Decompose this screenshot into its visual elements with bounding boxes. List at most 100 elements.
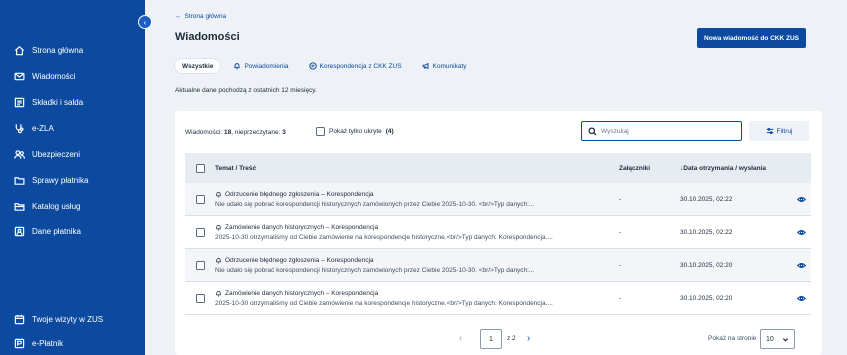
checkbox[interactable] [316, 127, 325, 136]
folder-open-icon [14, 202, 25, 211]
page-size-select[interactable]: 10 [760, 329, 795, 349]
id-card-icon [14, 226, 25, 236]
sidebar-item-ezla[interactable]: e-ZLA [14, 121, 54, 135]
sidebar-item-services[interactable]: Katalog usług [14, 199, 80, 213]
sliders-icon [766, 127, 773, 135]
date-cell: 30.10.2025, 02:20 [680, 261, 733, 269]
chevron-right-icon[interactable]: › [527, 333, 530, 344]
folder-icon [14, 176, 25, 185]
home-icon [14, 45, 25, 55]
megaphone-icon [422, 62, 429, 70]
tab-correspondence[interactable]: Korespondencja z CKK ZUS [302, 59, 409, 73]
header-date[interactable]: ↓Data otrzymania / wysłania [680, 165, 791, 172]
date-cell: 30.10.2025, 02:22 [680, 195, 733, 203]
page-size-value: 10 [766, 335, 774, 343]
bell-icon [216, 224, 221, 230]
tab-announcements[interactable]: Komunikaty [415, 59, 474, 73]
view-button[interactable] [791, 294, 811, 303]
attachments-cell: - [619, 294, 622, 302]
header-attachments: Załączniki [619, 164, 651, 172]
message-title: Zamówienie danych historycznych – Koresp… [225, 289, 379, 297]
sidebar-item-visits[interactable]: Twoje wizyty w ZUS [14, 312, 103, 326]
eye-icon [796, 295, 806, 301]
new-message-button[interactable]: Nowa wiadomość do CKK ZUS [697, 28, 806, 48]
message-title: Odrzucenie błędnego zgłoszenia – Korespo… [225, 190, 374, 198]
chevron-left-icon: ‹ [143, 17, 147, 27]
sidebar-item-epayer[interactable]: e-Płatnik [14, 336, 63, 350]
row-checkbox[interactable] [195, 293, 205, 303]
view-button[interactable] [791, 261, 811, 270]
bell-icon [234, 63, 240, 70]
back-link[interactable]: ← Strona główna [175, 13, 226, 20]
view-button[interactable] [791, 228, 811, 237]
arrow-left-icon: ← [175, 13, 182, 20]
tab-label: Korespondencja z CKK ZUS [319, 62, 402, 70]
message-preview: Nie udało się pobrać korespondencji hist… [215, 266, 535, 274]
tab-label: Komunikaty [432, 62, 467, 70]
bell-icon [216, 257, 221, 263]
filter-button[interactable]: Filtruj [749, 121, 809, 141]
sidebar-item-label: e-Płatnik [32, 338, 64, 348]
table-row[interactable]: Zamówienie danych historycznych – Koresp… [185, 282, 811, 315]
sidebar-item-payer-cases[interactable]: Sprawy płatnika [14, 173, 88, 187]
sidebar-collapse-button[interactable]: ‹ [138, 15, 152, 29]
message-preview: 2025-10-30 otrzymaliśmy od Ciebie zamówi… [215, 233, 553, 241]
correspondence-icon [308, 62, 317, 70]
view-button[interactable] [791, 195, 811, 204]
sidebar-item-messages[interactable]: Wiadomości [14, 69, 76, 83]
sidebar-item-insured[interactable]: Ubezpieczeni [14, 147, 80, 161]
table-row[interactable]: Odrzucenie błędnego zgłoszenia – Korespo… [185, 249, 811, 282]
sidebar-item-payer-data[interactable]: Dane płatnika [14, 224, 81, 238]
hidden-count: (4) [385, 128, 394, 135]
chevron-left-icon[interactable]: ‹ [459, 333, 462, 344]
search-input[interactable] [601, 127, 731, 135]
filter-label: Filtruj [776, 127, 793, 135]
pagination: ‹ 1 z 2 › Pokaż na stronie 10 [175, 329, 822, 351]
tab-label: Wszystkie [182, 62, 214, 70]
search-box[interactable] [581, 121, 742, 141]
sidebar-item-label: Składki i salda [32, 97, 84, 107]
messages-card: Wiadomości: 18, nieprzeczytane: 3 Pokaż … [175, 111, 822, 355]
message-title: Zamówienie danych historycznych – Koresp… [225, 223, 379, 231]
tab-all[interactable]: Wszystkie [175, 59, 221, 73]
table-row[interactable]: Zamówienie danych historycznych – Koresp… [185, 216, 811, 249]
sidebar-item-label: e-ZLA [32, 123, 54, 133]
info-text: Aktualne dane pochodzą z ostatnich 12 mi… [175, 87, 317, 94]
page-number-input[interactable]: 1 [480, 329, 502, 349]
bell-icon [216, 191, 221, 197]
tab-notifications[interactable]: Powiadomienia [226, 59, 295, 73]
show-hidden-checkbox[interactable]: Pokaż tylko ukryte (4) [316, 127, 394, 136]
receipt-icon [14, 97, 25, 107]
back-link-label: Strona główna [184, 13, 227, 20]
summary-mid: , nieprzeczytane: [231, 129, 283, 136]
row-checkbox[interactable] [195, 227, 205, 237]
row-checkbox[interactable] [195, 194, 205, 204]
sidebar-item-label: Sprawy płatnika [32, 175, 89, 185]
row-checkbox[interactable] [195, 260, 205, 270]
messages-table: Temat / Treść Załączniki ↓Data otrzymani… [185, 153, 811, 315]
sidebar-item-home[interactable]: Strona główna [14, 43, 83, 57]
tabs: Wszystkie Powiadomienia Korespondencja z… [175, 59, 474, 73]
date-cell: 30.10.2025, 02:22 [680, 228, 733, 236]
people-icon [14, 149, 25, 159]
sidebar: Strona główna Wiadomości Składki i salda… [0, 0, 145, 355]
attachments-cell: - [619, 195, 622, 203]
select-all-checkbox[interactable] [195, 163, 205, 173]
sidebar-item-label: Katalog usług [32, 201, 81, 211]
sidebar-item-label: Twoje wizyty w ZUS [32, 314, 104, 324]
message-title: Odrzucenie błędnego zgłoszenia – Korespo… [225, 256, 374, 264]
page-count: z 2 [507, 335, 516, 342]
date-cell: 30.10.2025, 02:20 [680, 294, 733, 302]
table-row[interactable]: Odrzucenie błędnego zgłoszenia – Korespo… [185, 183, 811, 216]
sidebar-item-label: Strona główna [32, 45, 84, 55]
page-size-label: Pokaż na stronie [708, 335, 757, 342]
message-preview: 2025-10-30 otrzymaliśmy od Ciebie zamówi… [215, 299, 553, 307]
search-icon [588, 126, 597, 136]
attachments-cell: - [619, 261, 622, 269]
page-title: Wiadomości [175, 31, 240, 43]
payer-icon [14, 338, 25, 348]
show-hidden-label: Pokaż tylko ukryte [329, 128, 382, 135]
table-header: Temat / Treść Załączniki ↓Data otrzymani… [185, 153, 811, 183]
sidebar-item-contributions[interactable]: Składki i salda [14, 95, 83, 109]
summary-unread: 3 [282, 129, 286, 136]
